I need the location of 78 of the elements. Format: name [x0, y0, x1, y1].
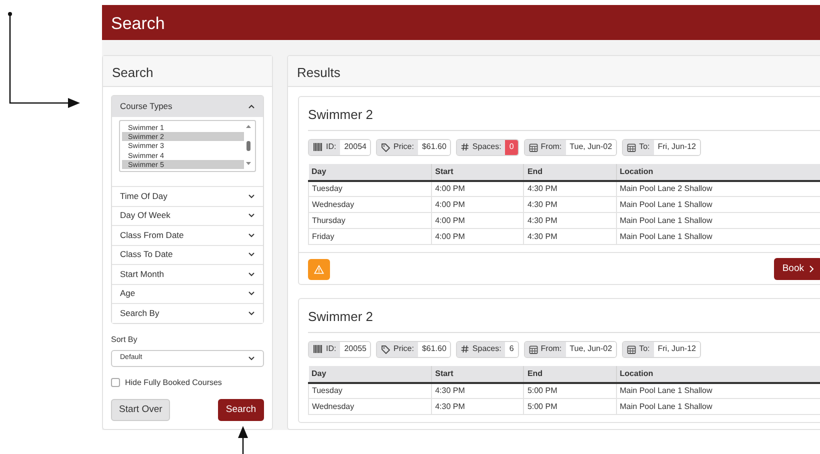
table-cell: Tuesday	[308, 180, 432, 196]
chevron-down-icon	[248, 291, 255, 296]
course-title: Swimmer 2	[308, 307, 820, 333]
field-label: From:	[540, 343, 562, 356]
chevron-down-icon	[248, 194, 255, 199]
table-cell: 4:00 PM	[432, 212, 524, 228]
table-cell: 4:30 PM	[524, 228, 616, 244]
checkbox-label: Hide Fully Booked Courses	[125, 376, 222, 389]
chevron-down-icon	[248, 213, 255, 218]
up-arrow	[238, 426, 248, 454]
barcode-icon	[313, 345, 323, 354]
table-cell: 4:00 PM	[432, 228, 524, 244]
hash-icon	[461, 345, 470, 354]
panel-title: Search	[103, 56, 272, 87]
calendar-icon	[627, 142, 636, 152]
table-cell: 4:00 PM	[432, 196, 524, 212]
field-value: Fri, Jun-12	[654, 342, 700, 357]
warning-button[interactable]	[308, 258, 330, 280]
calendar-icon	[528, 142, 538, 152]
column-header: Location	[616, 366, 820, 383]
field-label: ID:	[326, 141, 336, 153]
column-header: End	[524, 164, 616, 180]
field-label: From:	[540, 141, 562, 153]
table-cell: 4:30 PM	[524, 212, 616, 228]
page-header: Search	[102, 5, 820, 40]
calendar-icon	[627, 344, 636, 354]
table-cell: 4:30 PM	[432, 382, 524, 399]
column-header: Start	[432, 366, 524, 383]
accordion-header[interactable]: Search By	[112, 303, 263, 323]
field-label: Spaces:	[472, 343, 502, 356]
chevron-up-icon	[248, 104, 255, 109]
field-label: To:	[639, 141, 650, 153]
table-cell: 4:00 PM	[432, 180, 524, 196]
field-value: 0	[505, 140, 518, 154]
book-button[interactable]: Book	[774, 258, 820, 280]
table-cell: 4:30 PM	[432, 398, 524, 415]
table-cell: Wednesday	[308, 196, 432, 212]
field-value: Tue, Jun-02	[566, 342, 616, 357]
field-label: To:	[639, 343, 650, 356]
column-header: Start	[432, 164, 524, 180]
table-cell: 4:30 PM	[524, 180, 616, 196]
checkbox[interactable]	[111, 378, 120, 388]
field-label: Spaces:	[472, 141, 502, 153]
panel-title: Results	[288, 56, 820, 87]
chevron-down-icon	[248, 356, 255, 361]
warning-icon	[314, 264, 324, 274]
table-cell: 4:30 PM	[524, 196, 616, 212]
column-header: Day	[308, 164, 432, 180]
table-cell: Wednesday	[308, 398, 432, 415]
calendar-icon	[528, 344, 538, 354]
course-title: Swimmer 2	[308, 105, 820, 130]
chevron-right-icon	[809, 265, 814, 274]
start-over-button[interactable]: Start Over	[111, 398, 170, 421]
table-cell: Thursday	[308, 212, 432, 228]
field-label: Price:	[393, 343, 414, 356]
scrollbar-icon	[244, 123, 253, 167]
column-header: Day	[308, 366, 432, 383]
tag-icon	[381, 344, 390, 354]
tag-icon	[381, 142, 390, 152]
field-value: Tue, Jun-02	[566, 140, 616, 154]
accordion-header[interactable]: Course Types	[112, 96, 263, 117]
hash-icon	[461, 143, 470, 151]
field-label: ID:	[326, 343, 336, 356]
table-cell: Friday	[308, 228, 432, 244]
table-cell: Tuesday	[308, 382, 432, 399]
search-button[interactable]: Search	[218, 398, 264, 421]
field-label: Price:	[393, 141, 414, 153]
field-label: Sort By	[111, 334, 138, 346]
chevron-down-icon	[248, 252, 255, 258]
column-header: Location	[616, 164, 820, 180]
table-cell: 5:00 PM	[524, 398, 616, 415]
chevron-down-icon	[248, 310, 255, 316]
barcode-icon	[313, 143, 323, 151]
table-cell: 5:00 PM	[524, 382, 616, 399]
chevron-down-icon	[248, 272, 255, 277]
chevron-down-icon	[248, 232, 255, 238]
column-header: End	[524, 366, 616, 383]
field-value: Fri, Jun-12	[654, 140, 700, 154]
